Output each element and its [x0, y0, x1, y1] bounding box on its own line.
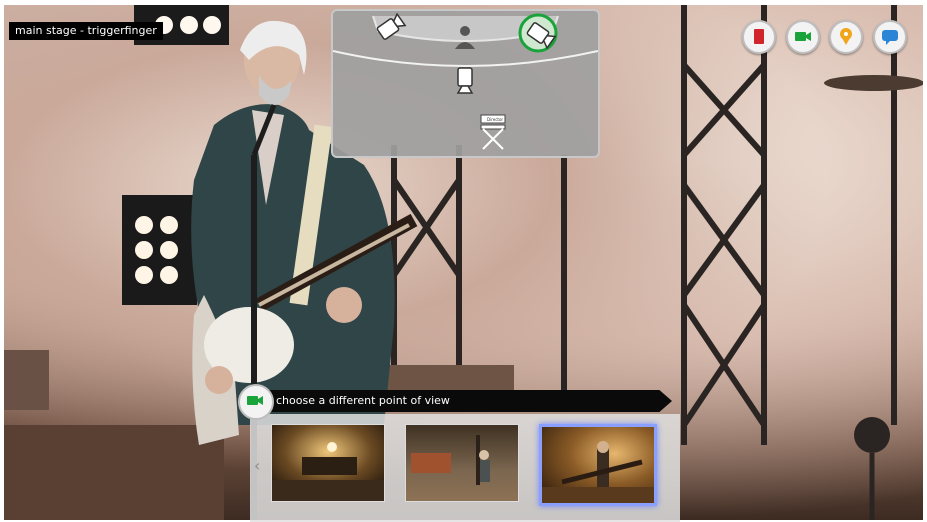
location-button[interactable] — [829, 20, 863, 54]
cymbal — [824, 75, 923, 91]
pov-thumbnail-3[interactable] — [539, 424, 657, 506]
chat-button[interactable] — [873, 20, 907, 54]
pov-title: choose a different point of view — [276, 394, 450, 407]
amplifier — [4, 425, 224, 520]
camera-map-diagram: Director — [333, 12, 598, 150]
video-camera-icon — [795, 32, 811, 41]
point-of-view-panel: choose a different point of view ‹ — [238, 384, 688, 522]
camera-position-map[interactable]: Director — [331, 9, 600, 158]
video-camera-icon — [247, 396, 263, 405]
director-chair-icon[interactable]: Director — [480, 114, 506, 150]
speech-bubble-icon — [882, 30, 898, 45]
camera-view-button[interactable] — [786, 20, 820, 54]
pov-thumbnail-2[interactable] — [405, 424, 519, 502]
bookmark-icon — [754, 29, 764, 44]
stage-label: main stage - triggerfinger — [9, 22, 163, 40]
pov-prev-arrow[interactable]: ‹ — [254, 456, 260, 475]
bookmark-button[interactable] — [742, 20, 776, 54]
pov-thumbnail-1[interactable] — [271, 424, 385, 502]
director-chair-label: Director — [487, 117, 503, 122]
pov-camera-button[interactable] — [238, 384, 274, 420]
app-stage: main stage - triggerfinger Director choo… — [0, 0, 927, 522]
camera-center-icon[interactable] — [456, 67, 474, 94]
map-pin-icon — [840, 28, 852, 45]
pov-title-bar: choose a different point of view — [252, 390, 672, 412]
stage-edge-line — [333, 50, 598, 67]
